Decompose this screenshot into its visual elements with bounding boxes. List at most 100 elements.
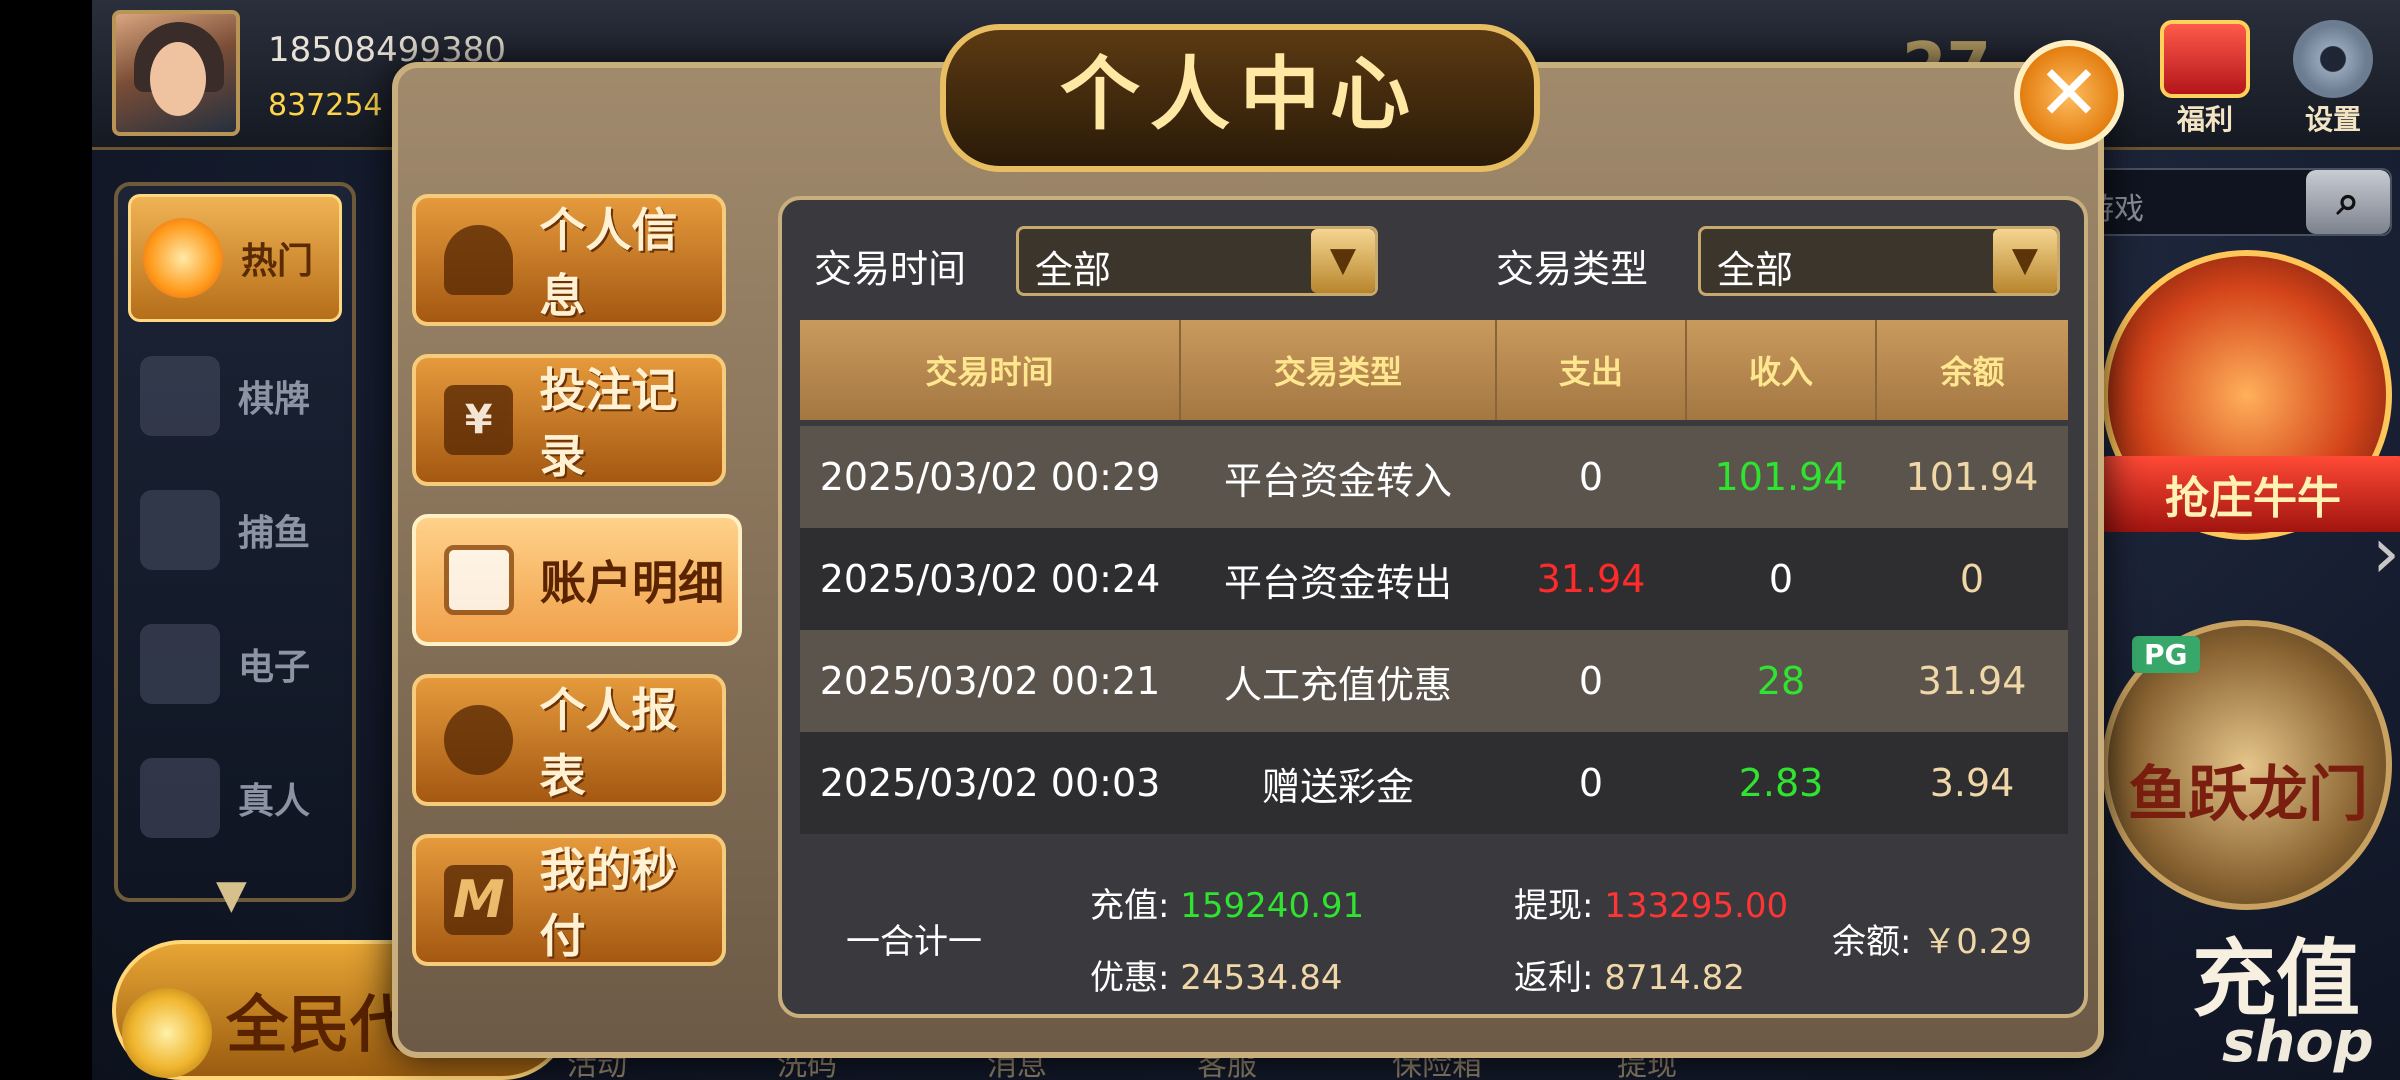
cell-time: 2025/03/02 00:29 xyxy=(800,426,1180,528)
slot-machine-icon xyxy=(140,624,220,704)
summary-discount: 优惠: 24534.84 xyxy=(1090,950,1343,999)
menu-label: 个人报表 xyxy=(539,683,678,803)
cell-type: 平台资金转入 xyxy=(1180,426,1496,528)
avatar-face xyxy=(150,42,206,116)
cell-income: 0 xyxy=(1686,528,1876,630)
promo-label: 全民代 xyxy=(226,988,413,1061)
cell-balance: 0 xyxy=(1876,528,2068,630)
select-value: 全部 xyxy=(1717,248,1794,292)
chevron-right-icon[interactable]: › xyxy=(2372,512,2400,594)
summary-footer: 一合计一 充值: 159240.91 优惠: 24534.84 提现: 1332… xyxy=(782,850,2084,1014)
summary-balance: 余额: ￥0.29 xyxy=(1832,914,2032,963)
cell-expense: 0 xyxy=(1496,732,1686,834)
pie-chart-icon xyxy=(444,705,514,775)
game-card-niuniu[interactable]: 抢庄牛牛 xyxy=(2098,250,2400,540)
summary-balance-label: 余额: xyxy=(1832,922,1912,962)
category-live[interactable]: 真人 xyxy=(128,734,342,862)
summary-withdraw-label: 提现: xyxy=(1514,886,1594,926)
menu-account-details[interactable]: 账户明细 xyxy=(412,514,742,646)
cell-type: 赠送彩金 xyxy=(1180,732,1496,834)
transaction-table: 交易时间 交易类型 支出 收入 余额 2025/03/02 00:29 平台资金… xyxy=(800,320,2068,834)
menu-personal-report[interactable]: 个人报表 xyxy=(412,674,726,806)
game-search-input[interactable]: 游戏 ⌕ xyxy=(2072,168,2392,236)
gift-button[interactable]: 福利 xyxy=(2150,20,2260,140)
col-header-income: 收入 xyxy=(1686,320,1877,420)
col-header-type: 交易类型 xyxy=(1180,320,1497,420)
table-row: 2025/03/02 00:24 平台资金转出 31.94 0 0 xyxy=(800,528,2068,630)
ledger-search-icon xyxy=(444,545,514,615)
table-row: 2025/03/02 00:21 人工充值优惠 0 28 31.94 xyxy=(800,630,2068,732)
menu-label: 我的秒付 xyxy=(539,843,678,963)
category-label: 真人 xyxy=(238,781,311,822)
account-details-panel: 交易时间 全部 ▼ 交易类型 全部 ▼ 交易时间 交易类型 支出 收入 余额 2… xyxy=(778,196,2088,1018)
cell-expense: 31.94 xyxy=(1496,528,1686,630)
category-hot[interactable]: 热门 xyxy=(128,194,342,322)
search-icon[interactable]: ⌕ xyxy=(2306,170,2390,234)
cell-type: 平台资金转出 xyxy=(1180,528,1496,630)
avatar[interactable] xyxy=(112,10,240,136)
gift-icon xyxy=(2160,20,2250,98)
summary-rebate-label: 返利: xyxy=(1514,958,1594,998)
menu-label: 投注记录 xyxy=(539,363,678,483)
settings-button[interactable]: 设置 xyxy=(2278,20,2388,140)
summary-recharge: 充值: 159240.91 xyxy=(1090,878,1364,927)
col-header-expense: 支出 xyxy=(1496,320,1687,420)
dropdown-arrow-icon[interactable]: ▼ xyxy=(1993,229,2057,293)
menu-bet-records[interactable]: ¥ 投注记录 xyxy=(412,354,726,486)
category-label: 电子 xyxy=(238,647,311,688)
close-icon[interactable]: ✕ xyxy=(2014,40,2124,150)
category-label: 捕鱼 xyxy=(238,513,311,554)
menu-my-instant-pay[interactable]: M 我的秒付 xyxy=(412,834,726,966)
summary-rebate: 返利: 8714.82 xyxy=(1514,950,1745,999)
cell-type: 人工充值优惠 xyxy=(1180,630,1496,732)
coins-icon xyxy=(122,988,212,1078)
cell-time: 2025/03/02 00:21 xyxy=(800,630,1180,732)
menu-label: 账户明细 xyxy=(540,556,724,610)
cell-expense: 0 xyxy=(1496,426,1686,528)
fire-icon xyxy=(143,218,223,298)
menu-personal-info[interactable]: 个人信息 xyxy=(412,194,726,326)
table-row: 2025/03/02 00:03 赠送彩金 0 2.83 3.94 xyxy=(800,732,2068,834)
user-icon xyxy=(444,225,514,295)
gift-label: 福利 xyxy=(2176,103,2233,136)
pg-badge: PG xyxy=(2132,636,2200,673)
summary-balance-value: ￥0.29 xyxy=(1922,922,2032,962)
fish-icon xyxy=(140,490,220,570)
game-title: 抢庄牛牛 xyxy=(2098,456,2400,532)
transaction-type-select[interactable]: 全部 ▼ xyxy=(1698,226,2060,296)
category-label: 热门 xyxy=(241,241,314,282)
col-header-time: 交易时间 xyxy=(800,320,1181,420)
game-title: 鱼跃龙门 xyxy=(2128,760,2368,830)
summary-withdraw-value: 133295.00 xyxy=(1604,886,1789,926)
col-header-balance: 余额 xyxy=(1876,320,2068,420)
summary-recharge-label: 充值: xyxy=(1090,886,1170,926)
modal-title-plate: 个人中心 xyxy=(940,24,1540,172)
cards-icon xyxy=(140,356,220,436)
chevron-down-icon[interactable]: ▼ xyxy=(216,872,247,918)
summary-discount-value: 24534.84 xyxy=(1180,958,1343,998)
cell-income: 2.83 xyxy=(1686,732,1876,834)
shop-label: shop xyxy=(2222,1010,2374,1075)
summary-rebate-value: 8714.82 xyxy=(1604,958,1745,998)
transaction-time-select[interactable]: 全部 ▼ xyxy=(1016,226,1378,296)
category-cards[interactable]: 棋牌 xyxy=(128,332,342,460)
user-coins: 837254 xyxy=(268,88,383,123)
settings-label: 设置 xyxy=(2304,103,2361,136)
dealer-icon xyxy=(140,758,220,838)
summary-discount-label: 优惠: xyxy=(1090,958,1170,998)
table-header-row: 交易时间 交易类型 支出 收入 余额 xyxy=(800,320,2068,420)
summary-recharge-value: 159240.91 xyxy=(1180,886,1365,926)
category-slots[interactable]: 电子 xyxy=(128,600,342,728)
cell-balance: 31.94 xyxy=(1876,630,2068,732)
filter-type-label: 交易类型 xyxy=(1496,247,1649,291)
cell-time: 2025/03/02 00:24 xyxy=(800,528,1180,630)
cell-balance: 101.94 xyxy=(1876,426,2068,528)
category-label: 棋牌 xyxy=(238,379,311,420)
yen-note-icon: ¥ xyxy=(444,385,514,455)
category-fishing[interactable]: 捕鱼 xyxy=(128,466,342,594)
cell-time: 2025/03/02 00:03 xyxy=(800,732,1180,834)
cell-balance: 3.94 xyxy=(1876,732,2068,834)
dropdown-arrow-icon[interactable]: ▼ xyxy=(1311,229,1375,293)
recharge-shop-button[interactable]: 充值 shop xyxy=(2112,912,2400,1080)
category-sidebar: 热门 棋牌 捕鱼 电子 真人 ▼ xyxy=(114,182,356,918)
